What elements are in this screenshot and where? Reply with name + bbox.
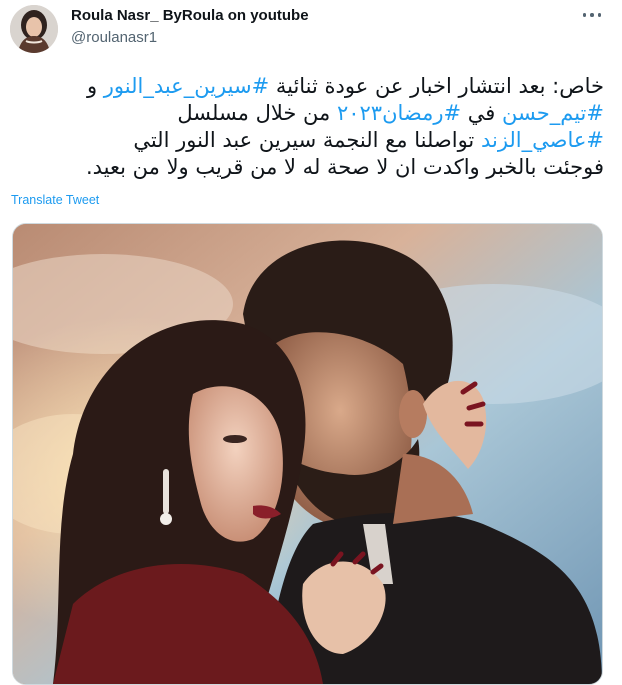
tweet-media-image[interactable] — [12, 223, 603, 685]
tweet-text-segment: تواصلنا مع النجمة سيرين عبد النور التي — [133, 128, 481, 152]
hashtag-link[interactable]: #عاصي_الزند — [481, 128, 604, 152]
tweet-text-segment: فوجئت بالخبر واكدت ان لا صحة له لا من قر… — [85, 155, 604, 179]
tweet-text-segment: من خلال مسلسل — [177, 101, 337, 125]
translate-tweet-link[interactable]: Translate Tweet — [11, 193, 99, 207]
tweet-text-segment: في — [461, 101, 503, 125]
tweet-text-line: فوجئت بالخبر واكدت ان لا صحة له لا من قر… — [10, 154, 604, 181]
tweet-text-line: #تيم_حسن في #رمضان٢٠٢٣ من خلال مسلسل — [10, 100, 604, 127]
hashtag-link[interactable]: #رمضان٢٠٢٣ — [337, 101, 461, 125]
tweet-text-segment: و — [86, 74, 104, 98]
more-options-icon[interactable] — [578, 4, 606, 26]
tweet-text-line: خاص: بعد انتشار اخبار عن عودة ثنائية #سي… — [10, 73, 604, 100]
tweet-text: خاص: بعد انتشار اخبار عن عودة ثنائية #سي… — [10, 73, 604, 181]
hashtag-link[interactable]: #سيرين_عبد_النور — [104, 74, 269, 98]
author-name[interactable]: Roula Nasr_ ByRoula on youtube — [71, 7, 309, 24]
tweet-text-segment: خاص: بعد انتشار اخبار عن عودة ثنائية — [269, 74, 604, 98]
hashtag-link[interactable]: #تيم_حسن — [502, 101, 604, 125]
tweet-text-line: #عاصي_الزند تواصلنا مع النجمة سيرين عبد … — [10, 127, 604, 154]
tweet-card: Roula Nasr_ ByRoula on youtube @roulanas… — [0, 0, 622, 685]
avatar[interactable] — [10, 5, 58, 53]
author-handle[interactable]: @roulanasr1 — [71, 29, 157, 46]
